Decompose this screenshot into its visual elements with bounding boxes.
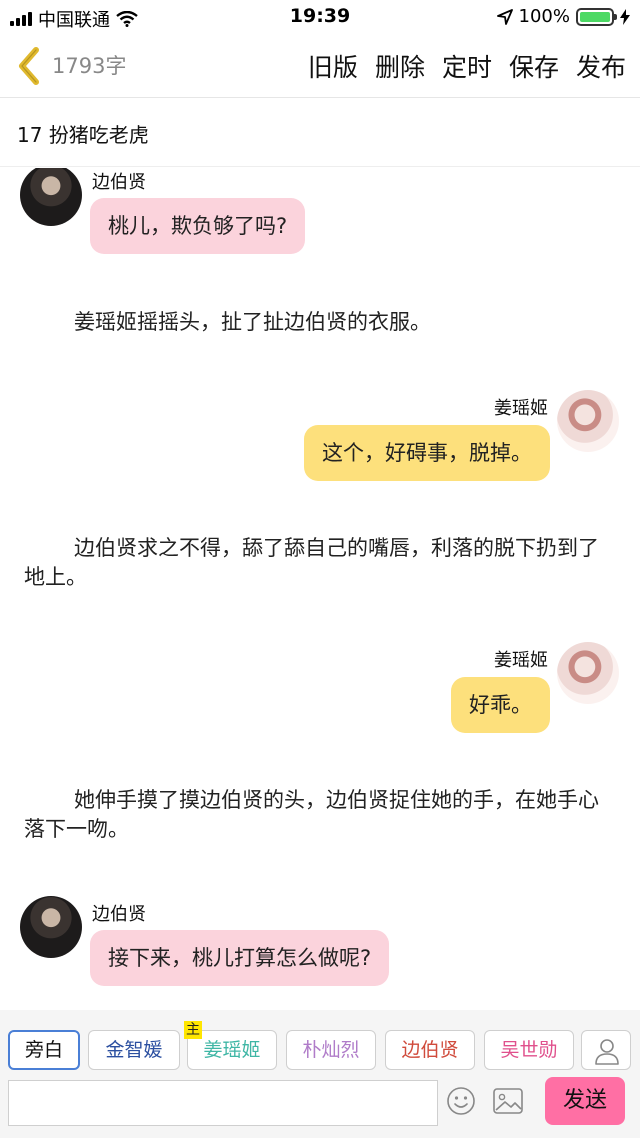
old-version-button[interactable]: 旧版 <box>308 48 358 84</box>
location-arrow-icon <box>496 8 513 25</box>
speaker-name: 姜瑶姬 <box>494 398 548 419</box>
narration-text[interactable]: 她伸手摸了摸边伯贤的头，边伯贤捉住她的手，在她手心落下一吻。 <box>24 786 614 844</box>
chapter-header[interactable]: 17 扮猪吃老虎 <box>0 99 640 167</box>
avatar[interactable] <box>557 390 619 452</box>
role-tab-baekhyun[interactable]: 边伯贤 <box>385 1030 475 1070</box>
role-tab-sehun[interactable]: 吴世勋 <box>484 1030 574 1070</box>
role-label: 姜瑶姬 <box>203 1039 261 1061</box>
message-bubble[interactable]: 接下来，桃儿打算怎么做呢? <box>90 930 390 986</box>
main-role-badge: 主 <box>184 1021 202 1039</box>
speaker-name: 姜瑶姬 <box>494 650 548 671</box>
input-bar: 发送 <box>0 1072 640 1138</box>
delete-button[interactable]: 删除 <box>375 48 425 84</box>
role-tab-narrator[interactable]: 旁白 <box>8 1030 80 1070</box>
narration-text[interactable]: 姜瑶姬摇摇头，扯了扯边伯贤的衣服。 <box>24 308 614 337</box>
role-tab-kim-jiwon[interactable]: 金智媛 <box>88 1030 180 1070</box>
message-bubble[interactable]: 好乖。 <box>451 677 550 733</box>
send-button[interactable]: 发送 <box>545 1077 625 1125</box>
battery-icon <box>576 7 617 26</box>
role-tab-jiang-yaoji[interactable]: 主 姜瑶姬 <box>184 1021 277 1070</box>
message-input[interactable] <box>8 1080 438 1126</box>
avatar[interactable] <box>20 168 82 226</box>
role-label: 旁白 <box>24 1039 63 1061</box>
role-label: 金智媛 <box>105 1039 163 1061</box>
manage-roles-button[interactable] <box>581 1030 631 1070</box>
avatar[interactable] <box>20 896 82 958</box>
chapter-title: 17 扮猪吃老虎 <box>17 123 149 147</box>
nav-actions: 旧版 删除 定时 保存 发布 <box>308 48 626 84</box>
save-button[interactable]: 保存 <box>509 48 559 84</box>
back-chevron-icon[interactable] <box>14 46 46 86</box>
image-icon[interactable] <box>492 1086 524 1116</box>
status-bar: 中国联通 19:39 100% <box>0 0 640 34</box>
message-bubble[interactable]: 这个，好碍事，脱掉。 <box>304 425 550 481</box>
publish-button[interactable]: 发布 <box>576 48 626 84</box>
editor-nav-bar: 1793字 旧版 删除 定时 保存 发布 <box>0 34 640 98</box>
speaker-name: 边伯贤 <box>92 172 146 193</box>
role-label: 朴灿烈 <box>302 1039 360 1061</box>
battery-percent: 100% <box>518 6 570 27</box>
person-icon <box>595 1039 619 1065</box>
charging-bolt-icon <box>620 8 630 25</box>
emoji-icon[interactable] <box>446 1086 476 1116</box>
role-label: 吴世勋 <box>500 1039 558 1061</box>
schedule-button[interactable]: 定时 <box>442 48 492 84</box>
speaker-name: 边伯贤 <box>92 904 146 925</box>
role-label: 边伯贤 <box>401 1039 459 1061</box>
chat-area[interactable]: 边伯贤 桃儿，欺负够了吗? 姜瑶姬摇摇头，扯了扯边伯贤的衣服。 姜瑶姬 这个，好… <box>0 168 640 1010</box>
message-bubble[interactable]: 桃儿，欺负够了吗? <box>90 198 306 254</box>
word-count: 1793字 <box>52 54 127 78</box>
narration-text[interactable]: 边伯贤求之不得，舔了舔自己的嘴唇，利落的脱下扔到了地上。 <box>24 534 614 592</box>
role-tab-chanyeol[interactable]: 朴灿烈 <box>286 1030 376 1070</box>
avatar[interactable] <box>557 642 619 704</box>
role-selector: 旁白 金智媛 主 姜瑶姬 朴灿烈 边伯贤 吴世勋 <box>0 1010 640 1080</box>
